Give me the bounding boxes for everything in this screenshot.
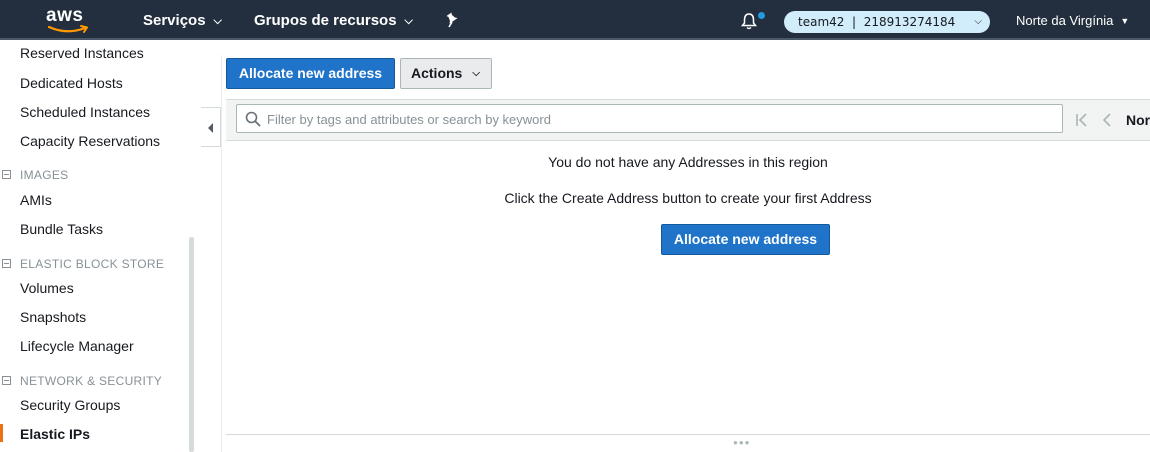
account-label: team42 | 218913274184 (798, 15, 956, 29)
sidebar-item-lifecycle-manager[interactable]: Lifecycle Manager (20, 338, 134, 354)
sidebar-item-scheduled-instances[interactable]: Scheduled Instances (20, 104, 150, 120)
bell-icon[interactable] (740, 12, 758, 30)
search-box[interactable] (236, 104, 1063, 133)
sidebar-item-snapshots[interactable]: Snapshots (20, 309, 86, 325)
sidebar-item-elastic-ips[interactable]: Elastic IPs (20, 426, 90, 442)
allocate-new-address-button[interactable]: Allocate new address (226, 58, 395, 89)
sidebar-item-dedicated-hosts[interactable]: Dedicated Hosts (20, 75, 123, 91)
actions-dropdown[interactable]: Actions ⌵ (400, 58, 492, 89)
caret-down-icon: ▼ (1120, 16, 1130, 26)
notification-dot (758, 12, 765, 19)
details-pane-divider (226, 434, 1150, 435)
sidebar-item-volumes[interactable]: Volumes (20, 280, 74, 296)
empty-state-allocate-button[interactable]: Allocate new address (661, 224, 830, 255)
content-divider (221, 55, 222, 452)
account-selector[interactable]: team42 | 218913274184 ⌵ (784, 11, 990, 33)
collapse-icon (2, 259, 11, 268)
pin-icon[interactable] (446, 12, 460, 28)
section-title: ELASTIC BLOCK STORE (20, 257, 165, 271)
smile-arrow-icon (47, 25, 88, 33)
section-title: NETWORK & SECURITY (20, 374, 163, 388)
collapse-sidebar-button[interactable] (201, 107, 221, 147)
chevron-down-icon: ⌵ (404, 15, 413, 27)
sidebar-item-amis[interactable]: AMIs (20, 192, 52, 208)
section-title: IMAGES (20, 168, 69, 182)
region-selector[interactable]: Norte da Virgínia ▼ (1016, 13, 1129, 28)
services-label: Serviços (143, 12, 206, 29)
top-nav-bar: aws Serviços ⌵ Grupos de recursos ⌵ team42… (0, 0, 1150, 40)
empty-state-message: You do not have any Addresses in this re… (548, 154, 828, 170)
sidebar-item-security-groups[interactable]: Security Groups (20, 397, 120, 413)
sidebar-item-reserved-instances[interactable]: Reserved Instances (20, 45, 144, 61)
search-input[interactable] (265, 108, 1049, 130)
chevron-down-icon: ⌵ (974, 16, 982, 27)
previous-page-icon[interactable] (1101, 112, 1113, 128)
sidebar-item-capacity-reservations[interactable]: Capacity Reservations (20, 133, 160, 149)
active-item-marker (0, 424, 3, 442)
region-label: Norte da Virgínia (1016, 13, 1114, 28)
sidebar-scrollbar[interactable] (189, 237, 194, 452)
services-menu[interactable]: Serviços ⌵ (143, 12, 222, 29)
chevron-down-icon: ⌵ (472, 68, 480, 79)
first-page-icon[interactable] (1075, 112, 1089, 128)
resource-groups-menu[interactable]: Grupos de recursos ⌵ (254, 12, 413, 29)
sidebar-item-bundle-tasks[interactable]: Bundle Tasks (20, 221, 103, 237)
chevron-down-icon: ⌵ (213, 15, 222, 27)
resource-groups-label: Grupos de recursos (254, 12, 397, 29)
collapse-icon (2, 376, 11, 385)
search-icon (245, 111, 261, 127)
sidebar: Reserved Instances Dedicated Hosts Sched… (0, 42, 198, 452)
resize-handle[interactable]: ●●● (733, 438, 751, 447)
pager-status: Nor (1126, 112, 1150, 128)
aws-logo[interactable]: aws (46, 5, 92, 35)
collapse-icon (2, 170, 11, 179)
aws-logo-text: aws (46, 5, 84, 26)
empty-state-hint: Click the Create Address button to creat… (504, 190, 872, 206)
actions-label: Actions (411, 65, 463, 81)
